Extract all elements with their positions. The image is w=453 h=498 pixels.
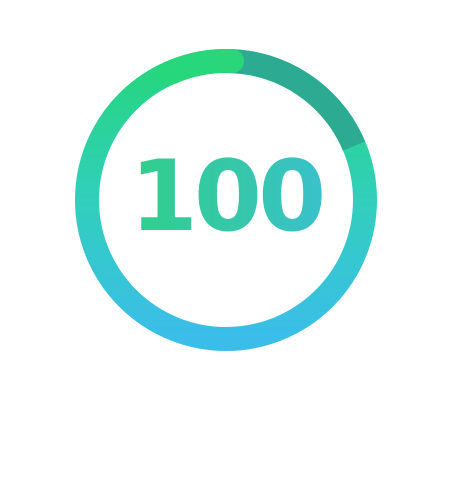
score-value: 100 [75, 49, 377, 351]
score-gauge: 100 [75, 49, 377, 351]
